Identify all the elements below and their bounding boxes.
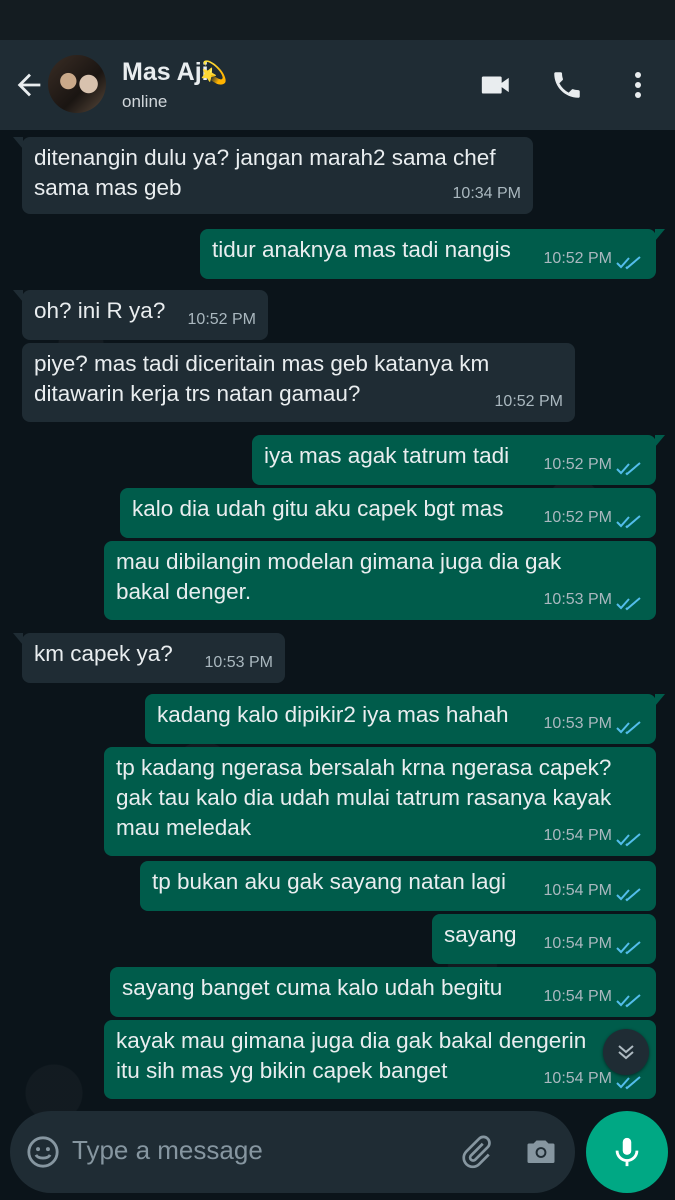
arrow-left-icon[interactable]: [12, 68, 46, 102]
message-time: 10:54 PM: [543, 827, 612, 844]
message-bubble[interactable]: kalo dia udah gitu aku capek bgt mas 10:…: [120, 488, 656, 538]
message-bubble[interactable]: kadang kalo dipikir2 iya mas hahah 10:53…: [145, 694, 665, 744]
avatar[interactable]: [48, 55, 106, 113]
message-composer[interactable]: Type a message: [10, 1111, 575, 1193]
presence-status: online: [122, 92, 168, 111]
read-ticks-icon: [616, 256, 641, 270]
read-ticks-icon: [616, 1076, 641, 1090]
message-time: 10:52 PM: [543, 456, 612, 473]
message-input[interactable]: Type a message: [72, 1135, 263, 1166]
message-time: 10:52 PM: [187, 311, 256, 328]
emoji-icon[interactable]: [26, 1135, 60, 1169]
paperclip-icon[interactable]: [458, 1133, 494, 1171]
contact-name[interactable]: Mas Aji: [122, 58, 209, 87]
read-ticks-icon: [616, 721, 641, 735]
read-ticks-icon: [616, 941, 641, 955]
message-bubble[interactable]: tp kadang ngerasa bersalah krna ngerasa …: [104, 747, 656, 856]
message-bubble[interactable]: sayang banget cuma kalo udah begitu 10:5…: [110, 967, 656, 1017]
video-call-icon[interactable]: [478, 68, 514, 102]
message-bubble[interactable]: oh? ini R ya? 10:52 PM: [13, 290, 268, 340]
message-time: 10:34 PM: [452, 185, 521, 202]
bubble-tail: [13, 290, 23, 302]
message-time: 10:52 PM: [543, 250, 612, 267]
chevron-down-icon: [618, 1045, 634, 1060]
message-time: 10:54 PM: [543, 935, 612, 952]
mic-icon: [615, 1137, 639, 1167]
read-ticks-icon: [616, 515, 641, 529]
phone-icon[interactable]: [550, 68, 584, 102]
bubble-tail: [655, 694, 665, 706]
message-time: 10:52 PM: [494, 393, 563, 410]
message-bubble[interactable]: ditenangin dulu ya? jangan marah2 sama c…: [13, 137, 533, 214]
status-bar: [0, 0, 675, 40]
camera-icon[interactable]: [522, 1133, 560, 1169]
message-text: ditenangin dulu ya? jangan marah2 sama c…: [34, 145, 496, 200]
read-ticks-icon: [616, 833, 641, 847]
message-bubble[interactable]: tp bukan aku gak sayang natan lagi 10:54…: [140, 861, 656, 911]
chat-header: Mas Aji 💫 online: [0, 40, 675, 130]
bubble-tail: [655, 229, 665, 241]
read-ticks-icon: [616, 597, 641, 611]
message-time: 10:53 PM: [543, 591, 612, 608]
message-time: 10:53 PM: [204, 654, 273, 671]
message-bubble[interactable]: iya mas agak tatrum tadi 10:52 PM: [252, 435, 665, 485]
bubble-tail: [655, 435, 665, 447]
message-time: 10:52 PM: [543, 509, 612, 526]
message-bubble[interactable]: piye? mas tadi diceritain mas geb katany…: [22, 343, 575, 422]
message-bubble[interactable]: tidur anaknya mas tadi nangis 10:52 PM: [200, 229, 665, 279]
message-time: 10:54 PM: [543, 882, 612, 899]
message-bubble[interactable]: km capek ya? 10:53 PM: [13, 633, 285, 683]
message-list: ditenangin dulu ya? jangan marah2 sama c…: [0, 130, 675, 1200]
bubble-tail: [13, 633, 23, 645]
scroll-to-bottom-button[interactable]: [603, 1029, 649, 1075]
message-bubble[interactable]: mau dibilangin modelan gimana juga dia g…: [104, 541, 656, 620]
bubble-tail: [13, 137, 23, 149]
message-time: 10:54 PM: [543, 988, 612, 1005]
voice-message-button[interactable]: [586, 1111, 668, 1193]
message-text: piye? mas tadi diceritain mas geb katany…: [34, 351, 490, 406]
message-time: 10:53 PM: [543, 715, 612, 732]
message-time: 10:54 PM: [543, 1070, 612, 1087]
read-ticks-icon: [616, 994, 641, 1008]
message-bubble[interactable]: kayak mau gimana juga dia gak bakal deng…: [104, 1020, 656, 1099]
contact-name-emoji: 💫: [200, 60, 228, 85]
more-vertical-icon[interactable]: [626, 68, 650, 102]
message-bubble[interactable]: sayang 10:54 PM: [432, 914, 656, 964]
read-ticks-icon: [616, 462, 641, 476]
read-ticks-icon: [616, 888, 641, 902]
